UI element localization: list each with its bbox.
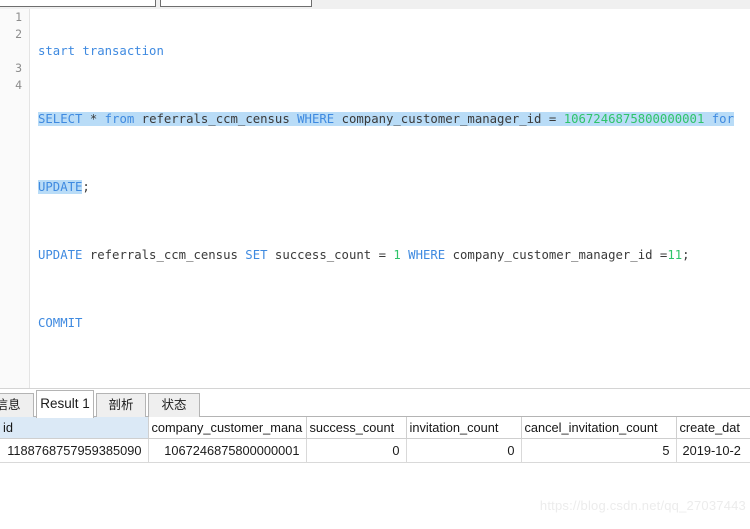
- code-token-select: SELECT: [38, 112, 83, 126]
- column-header-invitation-count[interactable]: invitation_count: [406, 417, 522, 439]
- code-token-table-name: referrals_ccm_census: [134, 112, 298, 126]
- code-token-semicolon: ;: [82, 180, 90, 194]
- cell-cancel-invitation-count[interactable]: 5: [521, 438, 677, 463]
- code-line-3: UPDATE referrals_ccm_census SET success_…: [38, 247, 750, 264]
- code-token-set: SET: [245, 248, 268, 262]
- cell-id[interactable]: 1188768757959385090: [0, 438, 149, 463]
- code-token-for: for: [704, 112, 734, 126]
- column-header-create-date[interactable]: create_dat: [676, 417, 750, 439]
- code-token-commit: COMMIT: [38, 316, 83, 330]
- tab-info[interactable]: 信息: [0, 393, 34, 417]
- editor-line-number-gutter: 1 2 3 4: [0, 9, 30, 388]
- table-header-row: id company_customer_mana success_count i…: [0, 417, 750, 439]
- watermark-text: https://blog.csdn.net/qq_27037443: [539, 498, 746, 513]
- line-number: 1: [15, 10, 22, 24]
- result-tabbar: 信息 Result 1 剖析 状态: [0, 390, 750, 418]
- column-header-id[interactable]: id: [0, 417, 149, 439]
- code-line-2: SELECT * from referrals_ccm_census WHERE…: [38, 111, 750, 128]
- column-header-success-count[interactable]: success_count: [306, 417, 407, 439]
- code-token-table-name-2: referrals_ccm_census: [82, 248, 246, 262]
- code-token-update-lock: UPDATE: [38, 180, 83, 194]
- editor-code-area[interactable]: start transaction SELECT * from referral…: [31, 9, 750, 366]
- tab-result-1[interactable]: Result 1: [36, 390, 94, 418]
- cell-invitation-count[interactable]: 0: [406, 438, 522, 463]
- tab-profile[interactable]: 剖析: [96, 393, 146, 417]
- line-number-wrap-filler: [0, 43, 29, 60]
- toolbar-combo-left[interactable]: [0, 0, 156, 7]
- code-line-4: COMMIT: [38, 315, 750, 332]
- line-number: 3: [15, 61, 22, 75]
- code-token-where-2: WHERE: [400, 248, 446, 262]
- code-token-success-count: success_count =: [267, 248, 394, 262]
- code-token-where: WHERE: [297, 112, 335, 126]
- code-token-manager-id-value: 1067246875800000001: [563, 112, 705, 126]
- line-number: 2: [15, 27, 22, 41]
- cell-create-date[interactable]: 2019-10-2: [676, 438, 750, 463]
- cell-company-customer-manager-id[interactable]: 1067246875800000001: [148, 438, 307, 463]
- column-header-company-customer-manager-id[interactable]: company_customer_mana: [148, 417, 307, 439]
- code-line-2-wrap: UPDATE;: [38, 179, 750, 196]
- code-token-column-compare-2: company_customer_manager_id =: [445, 248, 668, 262]
- code-token-value-eleven: 11: [667, 248, 683, 262]
- toolbar-combo-right[interactable]: [160, 0, 312, 7]
- code-line-1: start transaction: [38, 43, 750, 60]
- top-toolbar-strip: [0, 0, 750, 9]
- table-row[interactable]: 1188768757959385090 1067246875800000001 …: [0, 438, 750, 463]
- code-token-semicolon-2: ;: [682, 248, 690, 262]
- code-token-update: UPDATE: [38, 248, 83, 262]
- column-header-cancel-invitation-count[interactable]: cancel_invitation_count: [521, 417, 677, 439]
- code-token-column-compare: company_customer_manager_id =: [334, 112, 564, 126]
- code-token-start-transaction: start transaction: [38, 44, 164, 58]
- tab-status[interactable]: 状态: [148, 393, 200, 417]
- cell-success-count[interactable]: 0: [306, 438, 407, 463]
- code-token-from: from: [104, 112, 135, 126]
- sql-editor[interactable]: 1 2 3 4 start transaction SELECT * from …: [0, 9, 750, 389]
- code-token-value-one: 1: [393, 248, 401, 262]
- line-number: 4: [15, 78, 22, 92]
- code-token-star: *: [82, 112, 105, 126]
- result-table: id company_customer_mana success_count i…: [0, 417, 750, 463]
